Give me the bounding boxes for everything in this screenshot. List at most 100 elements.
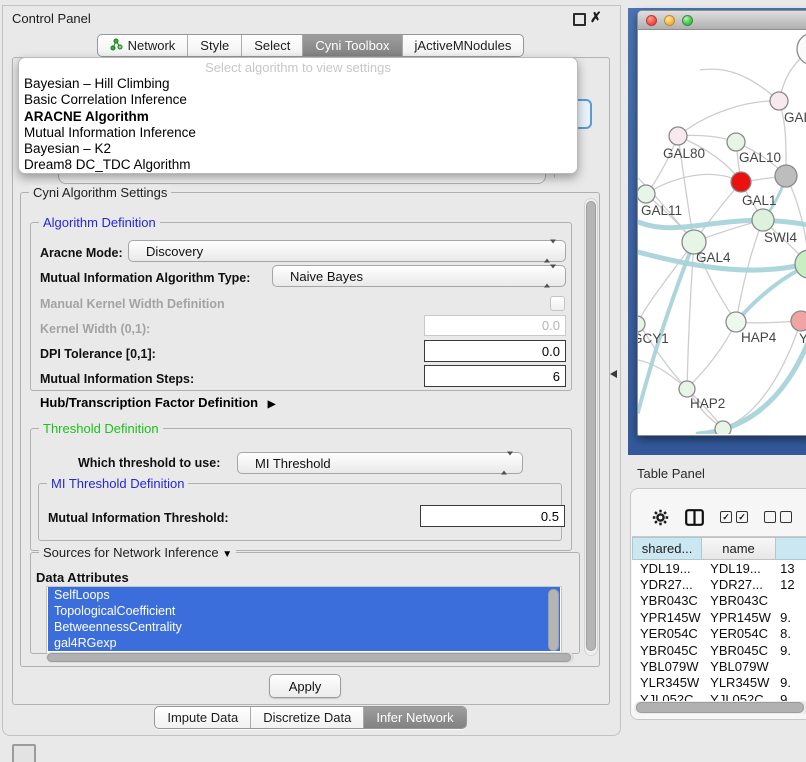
network-node[interactable] [669,127,687,145]
table-cell: 9. [776,675,806,690]
network-edge-highlighted[interactable] [638,220,806,227]
table-horizontal-scrollbar-thumb[interactable] [636,702,804,713]
minimize-window-button[interactable] [664,15,675,26]
aracne-mode-select[interactable]: Discovery [128,240,566,262]
network-graph[interactable]: GALGAL80GAL10GAL1GAL11SWI4GAL4GCY1HAP4YH… [638,30,806,434]
close-window-button[interactable] [646,15,657,26]
algorithm-option[interactable]: ARACNE Algorithm [19,109,577,125]
network-node[interactable] [752,209,774,231]
kernel-width-label: Kernel Width (0,1): [40,322,150,336]
sources-group-title[interactable]: Sources for Network Inference ▼ [39,545,236,560]
minimized-panel-icon[interactable] [12,744,36,762]
kernel-width-field[interactable]: 0.0 [424,315,566,336]
network-edge[interactable] [678,101,779,136]
top-tab-bar: NetworkStyleSelectCyni ToolboxjActiveMNo… [2,34,619,57]
cyni-settings-group-title: Cyni Algorithm Settings [29,185,171,200]
tab-jactivemnodules[interactable]: jActiveMNodules [403,35,524,56]
tab-impute-data[interactable]: Impute Data [155,707,251,728]
network-node-label: GCY1 [638,331,669,346]
network-node-label: GAL1 [742,193,777,208]
network-node[interactable] [731,172,751,192]
tab-network[interactable]: Network [98,35,189,56]
mi-steps-field[interactable]: 6 [424,365,566,387]
table-row[interactable]: YLR345WYLR345W9. [632,675,806,691]
dpi-tolerance-field[interactable]: 0.0 [424,340,566,362]
apply-button[interactable]: Apply [269,674,341,698]
which-threshold-select[interactable]: MI Threshold [237,452,523,474]
tab-style[interactable]: Style [188,35,242,56]
algorithm-option[interactable]: Basic Correlation Inference [19,92,577,108]
manual-kernel-width-checkbox[interactable] [550,296,565,311]
table-cell: YDR27... [702,577,776,592]
algorithm-option[interactable]: Bayesian – K2 [19,141,577,157]
table-row[interactable]: YER054CYER054C8. [632,626,806,642]
table-row[interactable]: YPR145WYPR145W9. [632,609,806,625]
settings-horizontal-scrollbar-thumb[interactable] [47,653,571,662]
table-row[interactable]: YBR043CYBR043C [632,593,806,609]
network-node[interactable] [770,92,788,110]
table-row[interactable]: YDL19...YDL19...13 [632,560,806,576]
network-node[interactable] [727,133,745,151]
network-window-titlebar[interactable] [638,11,806,30]
network-node[interactable] [638,185,655,203]
settings-vertical-scrollbar[interactable] [584,198,598,656]
data-attributes-list[interactable]: SelfLoopsTopologicalCoefficientBetweenne… [46,586,562,654]
gear-icon[interactable] [652,509,669,526]
split-divider-arrow[interactable] [610,370,617,378]
mi-threshold-field[interactable]: 0.5 [420,505,565,527]
network-node[interactable] [795,250,806,278]
attributes-scrollbar-thumb[interactable] [548,589,559,651]
network-node-label: HAP2 [690,396,725,411]
dpi-tolerance-label: DPI Tolerance [0,1]: [40,347,156,361]
tab-discretize-data[interactable]: Discretize Data [251,707,364,728]
table-cell: 12 [776,577,806,592]
algorithm-option[interactable]: Dream8 DC_TDC Algorithm [19,157,577,173]
network-edge[interactable] [646,174,741,194]
table-cell: YBR045C [632,643,702,658]
algorithm-option[interactable]: Bayesian – Hill Climbing [19,76,577,92]
network-node[interactable] [715,421,731,434]
table-cell: YDR27... [632,577,702,592]
checkboxes-unchecked-icon[interactable] [764,511,792,523]
network-edge[interactable] [700,69,779,101]
checkboxes-checked-icon[interactable]: ✓✓ [720,511,748,523]
attribute-item-selected[interactable]: gal4RGexp [48,635,560,651]
attribute-item-selected[interactable]: SelfLoops [48,587,560,603]
table-cell: 8. [776,626,806,641]
combo-arrows-icon [544,244,556,259]
algorithm-option[interactable]: Mutual Information Inference [19,125,577,141]
network-node[interactable] [775,165,797,187]
bottom-tab-bar: Impute DataDiscretize DataInfer Network [2,706,619,729]
table-cell: 9. [776,610,806,625]
table-row[interactable]: YBR045CYBR045C9. [632,642,806,658]
table-row[interactable]: YDR27...YDR27...12 [632,576,806,592]
table-cell: YER054C [702,626,776,641]
attribute-item-selected[interactable]: TopologicalCoefficient [48,603,560,619]
algorithm-definition-title: Algorithm Definition [39,215,160,230]
attribute-item-selected[interactable]: BetweennessCentrality [48,619,560,635]
zoom-window-button[interactable] [682,15,693,26]
network-edge[interactable] [687,322,736,388]
network-node[interactable] [638,316,645,332]
close-panel-icon[interactable]: ✗ [590,9,602,26]
tab-cyni-toolbox[interactable]: Cyni Toolbox [303,35,402,56]
column-header[interactable]: name [702,537,776,560]
float-window-icon[interactable] [573,13,586,26]
columns-icon[interactable] [685,509,704,526]
network-node[interactable] [726,312,746,332]
table-row[interactable]: YBL079WYBL079W [632,658,806,674]
table-horizontal-scrollbar[interactable] [634,701,806,714]
which-threshold-label: Which threshold to use: [78,456,220,470]
column-header[interactable] [776,537,806,560]
network-view-window[interactable]: GALGAL80GAL10GAL1GAL11SWI4GAL4GCY1HAP4YH… [637,10,806,436]
network-node[interactable] [679,381,695,397]
settings-horizontal-scrollbar[interactable] [46,652,574,663]
manual-kernel-width-label: Manual Kernel Width Definition [40,297,225,311]
column-header[interactable]: shared... [632,537,702,560]
mi-algorithm-type-select[interactable]: Naive Bayes [272,265,566,287]
network-node[interactable] [791,311,806,331]
tab-select[interactable]: Select [242,35,303,56]
hub-definition-toggle[interactable]: Hub/Transcription Factor Definition ▶ [40,395,275,410]
tab-infer-network[interactable]: Infer Network [364,707,465,728]
settings-vertical-scrollbar-thumb[interactable] [586,201,596,651]
